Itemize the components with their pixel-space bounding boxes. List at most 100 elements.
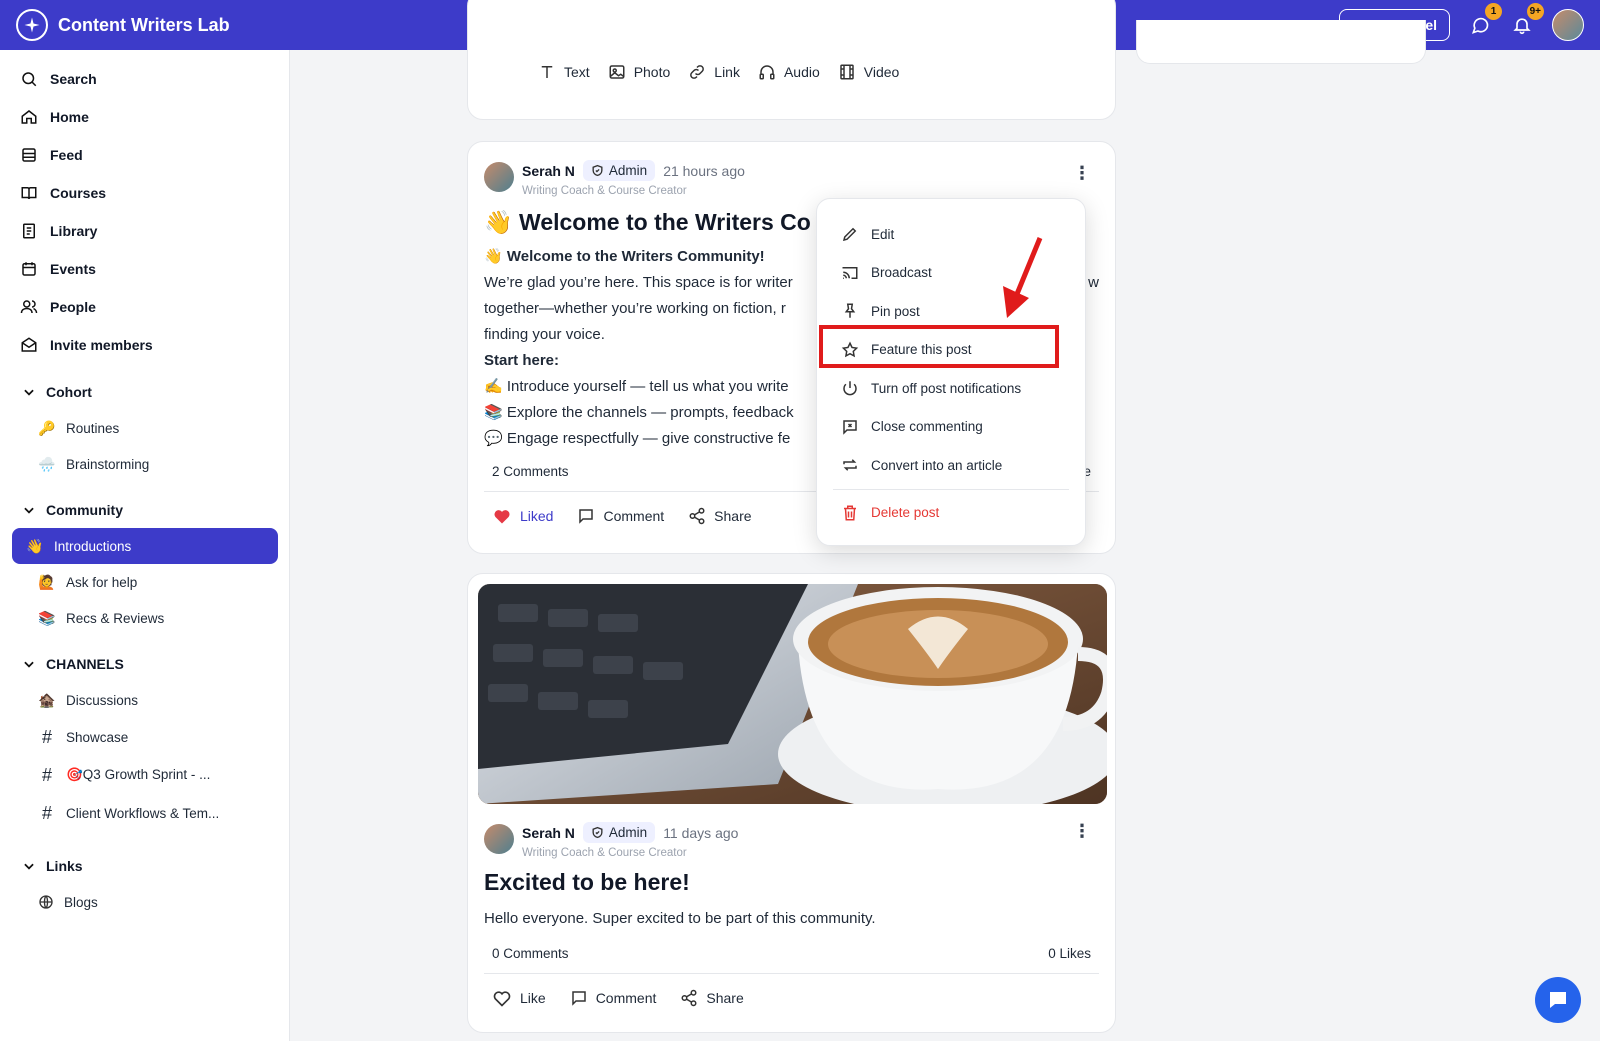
chat-icon — [1471, 17, 1489, 34]
sidebar: Search Home Feed Courses Library Events … — [0, 50, 290, 1041]
menu-item-delete-post[interactable]: Delete post — [817, 494, 1085, 533]
text-icon — [541, 66, 553, 78]
library-icon — [23, 223, 35, 239]
composer-photo-option[interactable]: Photo — [608, 63, 670, 81]
chat-support-button[interactable] — [1535, 977, 1581, 1023]
share-label: Share — [706, 990, 744, 1006]
sidebar-item-introductions[interactable]: 👋 Introductions — [12, 528, 278, 564]
composer-video-option[interactable]: Video — [838, 63, 899, 81]
comment-button[interactable]: Comment — [570, 989, 657, 1007]
author-avatar[interactable] — [484, 824, 514, 854]
sidebar-item-blogs[interactable]: Blogs — [12, 884, 277, 920]
photo-icon — [609, 65, 625, 79]
post-composer: Text Photo Link Audio Video — [467, 0, 1116, 120]
more-options-icon[interactable]: ⋮ — [1073, 822, 1091, 840]
menu-item-label: Turn off post notifications — [871, 380, 1022, 396]
like-label: Like — [520, 990, 546, 1006]
sidebar-item-label: Invite members — [50, 337, 153, 353]
comment-button[interactable]: Comment — [577, 507, 664, 525]
sidebar-item-people[interactable]: People — [0, 288, 289, 326]
sidebar-item-invite-members[interactable]: Invite members — [0, 326, 289, 364]
post-title[interactable]: Excited to be here! — [468, 859, 1115, 896]
composer-link-option[interactable]: Link — [688, 63, 740, 81]
hash-icon: # — [41, 764, 52, 785]
brand-name[interactable]: Content Writers Lab — [58, 15, 230, 36]
chat-bubble-icon — [1550, 992, 1566, 1008]
comments-count[interactable]: 0 Comments — [492, 946, 569, 961]
globe-icon — [39, 895, 53, 909]
sidebar-item-events[interactable]: Events — [0, 250, 289, 288]
section-links-toggle[interactable]: Links — [0, 848, 289, 884]
house-icon: 🏚️ — [38, 691, 56, 708]
author-subtitle: Writing Coach & Course Creator — [522, 185, 687, 197]
author-name[interactable]: Serah N — [522, 825, 575, 841]
menu-item-convert-article[interactable]: Convert into an article — [817, 446, 1085, 485]
menu-item-turn-off-notifications[interactable]: Turn off post notifications — [817, 369, 1085, 408]
comments-count[interactable]: 2 Comments — [492, 464, 569, 479]
menu-divider — [833, 488, 1069, 490]
composer-text-option[interactable]: Text — [538, 63, 590, 81]
sidebar-item-home[interactable]: Home — [0, 98, 289, 136]
share-button[interactable]: Share — [680, 989, 744, 1007]
like-button[interactable]: Liked — [492, 506, 553, 526]
sidebar-item-label: Library — [50, 223, 98, 239]
notifications-button[interactable]: 9+ — [1510, 3, 1544, 37]
share-label: Share — [714, 508, 752, 524]
author-name[interactable]: Serah N — [522, 163, 575, 179]
cast-icon — [842, 266, 858, 279]
share-button[interactable]: Share — [688, 507, 752, 525]
sidebar-item-ask-for-help[interactable]: 🙋 Ask for help — [12, 564, 277, 600]
sidebar-item-q3-growth-sprint[interactable]: # 🎯Q3 Growth Sprint - ... — [12, 756, 277, 794]
sidebar-item-label: Ask for help — [66, 574, 138, 590]
comment-label: Comment — [603, 508, 665, 524]
cloud-rain-icon: 🌧️ — [38, 455, 56, 472]
sidebar-item-feed[interactable]: Feed — [0, 136, 289, 174]
menu-item-label: Pin post — [871, 303, 920, 319]
sidebar-item-label: Home — [50, 109, 89, 125]
section-title: Community — [46, 502, 123, 518]
menu-item-close-commenting[interactable]: Close commenting — [817, 408, 1085, 447]
sidebar-item-label: Blogs — [64, 894, 98, 910]
post-time: 11 days ago — [663, 824, 739, 841]
sidebar-item-recs-reviews[interactable]: 📚 Recs & Reviews — [12, 600, 277, 636]
sidebar-item-label: Recs & Reviews — [66, 610, 165, 626]
like-button[interactable]: Like — [492, 988, 546, 1008]
bell-icon — [1513, 18, 1531, 35]
logo-icon[interactable] — [16, 9, 48, 41]
sidebar-item-label: Courses — [50, 185, 107, 201]
section-community-toggle[interactable]: Community — [0, 492, 289, 528]
chat-button[interactable]: 1 — [1468, 3, 1502, 37]
sidebar-item-search[interactable]: Search — [0, 60, 289, 98]
sidebar-item-label: Feed — [50, 147, 83, 163]
section-title: CHANNELS — [46, 656, 124, 672]
heart-filled-icon — [494, 510, 510, 524]
likes-count[interactable]: 0 Likes — [1048, 946, 1091, 961]
sidebar-item-showcase[interactable]: # Showcase — [12, 718, 277, 756]
trash-icon — [844, 505, 856, 521]
section-channels-toggle[interactable]: CHANNELS — [0, 646, 289, 682]
sidebar-item-label: Client Workflows & Tem... — [66, 805, 220, 821]
sidebar-item-brainstorming[interactable]: 🌧️ Brainstorming — [12, 446, 277, 482]
comment-off-icon — [843, 420, 857, 435]
sidebar-item-discussions[interactable]: 🏚️ Discussions — [12, 682, 277, 718]
notifications-badge: 9+ — [1526, 3, 1544, 20]
composer-audio-option[interactable]: Audio — [758, 63, 820, 81]
author-avatar[interactable] — [484, 162, 514, 192]
sidebar-item-courses[interactable]: Courses — [0, 174, 289, 212]
menu-item-label: Broadcast — [871, 265, 932, 281]
sidebar-item-label: Discussions — [66, 692, 139, 708]
comment-label: Comment — [595, 990, 657, 1006]
author-subtitle: Writing Coach & Course Creator — [522, 847, 687, 859]
body-line-text: We’re glad you’re here. This space is fo… — [484, 274, 793, 291]
sidebar-item-library[interactable]: Library — [0, 212, 289, 250]
body-line-tail: w — [1088, 274, 1099, 291]
user-avatar[interactable] — [1552, 9, 1584, 41]
post-image[interactable] — [478, 584, 1107, 804]
more-options-icon[interactable]: ⋮ — [1073, 164, 1091, 182]
people-icon — [20, 300, 38, 314]
sidebar-item-client-workflows[interactable]: # Client Workflows & Tem... — [12, 794, 277, 832]
search-icon — [22, 72, 37, 87]
section-cohort-toggle[interactable]: Cohort — [0, 374, 289, 410]
sidebar-item-routines[interactable]: 🔑 Routines — [12, 410, 277, 446]
section-title: Links — [46, 858, 83, 874]
